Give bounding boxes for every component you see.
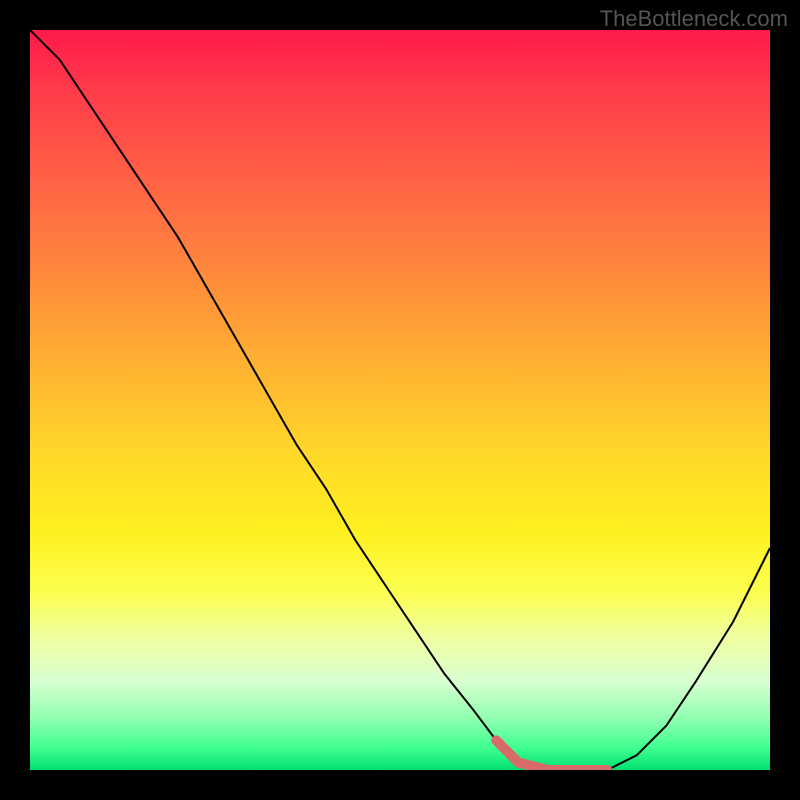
bottleneck-curve [30, 30, 770, 770]
highlight-segment [496, 740, 607, 770]
chart-svg [30, 30, 770, 770]
plot-area [30, 30, 770, 770]
watermark-text: TheBottleneck.com [600, 6, 788, 32]
